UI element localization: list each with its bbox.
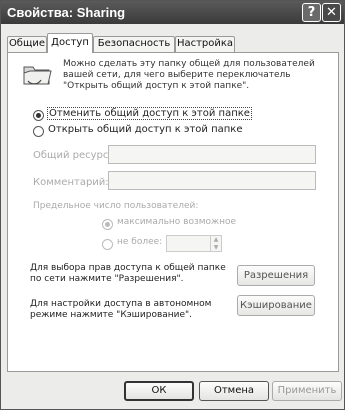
caching-button[interactable]: Кэширование: [237, 295, 315, 316]
share-name-label: Общий ресурс:: [33, 150, 112, 161]
unshare-radio[interactable]: [33, 110, 44, 121]
permissions-note: Для выбора прав доступа к общей папке по…: [30, 263, 226, 284]
cancel-button[interactable]: Отмена: [199, 381, 269, 401]
window-title: Свойства: Sharing: [7, 5, 126, 20]
properties-dialog: Свойства: Sharing ? ✕ Общие Доступ Безоп…: [0, 0, 345, 410]
tab-customize[interactable]: Настройка: [175, 36, 235, 52]
sharing-panel: Можно сделать эту папку общей для пользо…: [7, 52, 339, 372]
sharing-description: Можно сделать эту папку общей для пользо…: [63, 59, 315, 91]
user-count-spinner[interactable]: ▲ ▼: [166, 235, 222, 252]
share-radio-label[interactable]: Открыть общий доступ к этой папке: [48, 124, 242, 135]
caching-note: Для настройки доступа в автономном режим…: [30, 299, 212, 320]
allow-users-label[interactable]: не более:: [117, 237, 162, 247]
close-button[interactable]: ✕: [322, 3, 341, 22]
max-allowed-radio[interactable]: [102, 219, 113, 230]
apply-button[interactable]: Применить: [272, 381, 342, 401]
shared-folder-icon: [23, 66, 52, 85]
title-bar[interactable]: Свойства: Sharing ? ✕: [1, 1, 344, 24]
tab-general[interactable]: Общие: [7, 36, 47, 52]
comment-label: Комментарий:: [33, 177, 109, 188]
comment-input[interactable]: [108, 171, 316, 190]
permissions-button[interactable]: Разрешения: [237, 265, 315, 286]
user-limit-label: Предельное число пользователей:: [33, 201, 199, 211]
spin-up-icon[interactable]: ▲: [210, 236, 221, 244]
max-allowed-label[interactable]: максимально возможное: [117, 217, 236, 227]
allow-users-radio[interactable]: [102, 239, 113, 250]
help-button[interactable]: ?: [302, 3, 321, 22]
unshare-radio-label[interactable]: Отменить общий доступ к этой папке: [47, 107, 252, 120]
spin-down-icon[interactable]: ▼: [210, 244, 221, 252]
ok-button[interactable]: ОК: [124, 381, 194, 401]
share-radio[interactable]: [33, 126, 44, 137]
tab-security[interactable]: Безопасность: [93, 36, 175, 52]
tab-sharing[interactable]: Доступ: [47, 33, 93, 53]
share-name-input[interactable]: [108, 145, 316, 164]
